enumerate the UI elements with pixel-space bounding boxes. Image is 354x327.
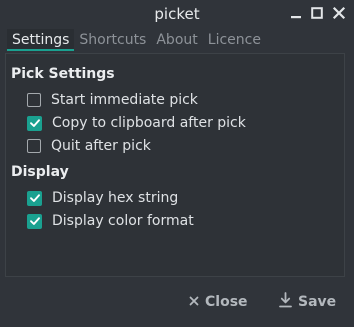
checkmark-icon <box>29 119 40 127</box>
close-button[interactable]: Close <box>189 292 248 312</box>
maximize-button[interactable] <box>309 5 325 21</box>
save-button-label: Save <box>298 294 337 310</box>
maximize-icon <box>311 7 323 19</box>
copy-to-clipboard-label: Copy to clipboard after pick <box>52 115 246 131</box>
display-color-format-option[interactable]: Display color format <box>27 211 194 231</box>
start-immediate-pick-checkbox[interactable] <box>27 93 41 107</box>
tab-licence[interactable]: Licence <box>203 29 266 51</box>
start-immediate-pick-option[interactable]: Start immediate pick <box>27 90 198 110</box>
quit-after-pick-checkbox[interactable] <box>27 139 41 153</box>
checkmark-icon <box>29 194 40 202</box>
pick-settings-heading: Pick Settings <box>11 66 115 82</box>
display-hex-string-checkbox[interactable] <box>27 190 42 206</box>
copy-to-clipboard-option[interactable]: Copy to clipboard after pick <box>27 113 246 133</box>
title-bar[interactable]: picket <box>0 0 354 28</box>
start-immediate-pick-label: Start immediate pick <box>51 92 198 108</box>
tab-bar: Settings Shortcuts About Licence <box>7 29 266 53</box>
tab-settings[interactable]: Settings <box>7 29 75 51</box>
save-button[interactable]: Save <box>279 292 336 312</box>
quit-after-pick-label: Quit after pick <box>51 138 151 154</box>
display-color-format-label: Display color format <box>52 213 194 229</box>
close-icon <box>189 294 199 310</box>
close-window-button[interactable] <box>331 5 347 21</box>
display-hex-string-label: Display hex string <box>52 190 179 206</box>
minimize-icon <box>291 16 301 19</box>
display-heading: Display <box>11 164 69 180</box>
display-color-format-checkbox[interactable] <box>27 213 42 229</box>
checkmark-icon <box>29 217 40 225</box>
settings-panel: Pick Settings Start immediate pick Copy … <box>5 53 345 277</box>
minimize-button[interactable] <box>288 5 304 21</box>
tab-shortcuts[interactable]: Shortcuts <box>74 29 151 51</box>
download-icon <box>279 292 292 312</box>
close-button-label: Close <box>205 294 248 310</box>
app-window: picket Settings Shortcuts About Licence … <box>0 0 354 327</box>
close-icon <box>332 6 346 20</box>
copy-to-clipboard-checkbox[interactable] <box>27 115 42 131</box>
tab-about[interactable]: About <box>151 29 202 51</box>
display-hex-string-option[interactable]: Display hex string <box>27 188 178 208</box>
quit-after-pick-option[interactable]: Quit after pick <box>27 136 151 156</box>
